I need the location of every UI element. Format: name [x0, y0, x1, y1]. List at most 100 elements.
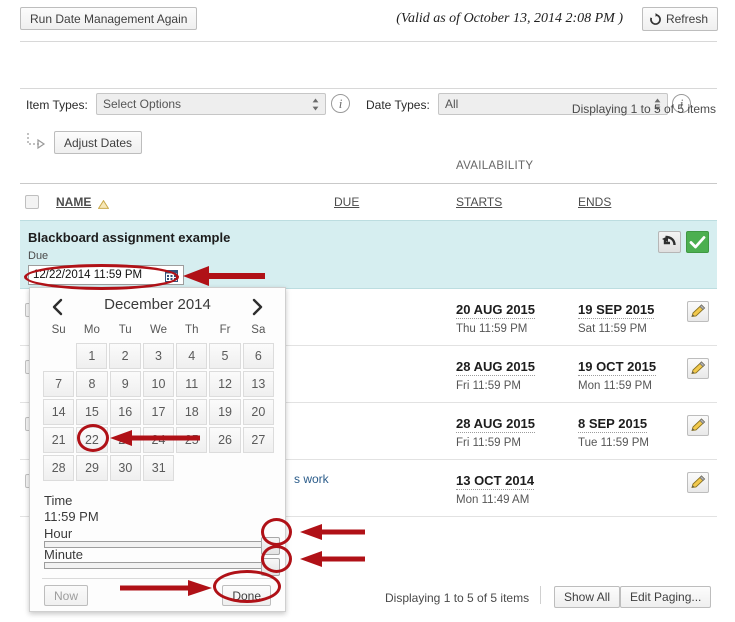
calendar-week: 28 29 30 31: [42, 454, 275, 482]
date-types-value: All: [445, 97, 459, 111]
time-label: Time: [44, 493, 73, 508]
edit-row-button[interactable]: [687, 301, 709, 322]
calendar-day[interactable]: 10: [142, 371, 175, 397]
date-picker-popup: December 2014 Su Mo Tu We Th Fr Sa 1 2 3…: [29, 287, 286, 612]
day-name: Tu: [118, 324, 132, 336]
availability-group-header: AVAILABILITY: [456, 160, 534, 172]
calendar-day[interactable]: 15: [76, 399, 108, 425]
calendar-day[interactable]: 2: [109, 343, 141, 369]
valid-as-of-text: (Valid as of October 13, 2014 2:08 PM ): [396, 11, 623, 26]
row-starts-cell: 28 AUG 2015 Fri 11:59 PM: [456, 359, 536, 392]
calendar-day[interactable]: 21: [43, 427, 75, 453]
calendar-day[interactable]: 8: [76, 371, 108, 397]
row-ends-date: 19 OCT 2015: [578, 359, 657, 376]
calendar-week: 14 15 16 17 18 19 20: [42, 398, 275, 426]
calendar-day[interactable]: 12: [209, 371, 241, 397]
edit-paging-button[interactable]: Edit Paging...: [620, 586, 712, 608]
calendar-day[interactable]: 9: [109, 371, 141, 397]
row-starts-date: 20 AUG 2015: [456, 302, 536, 319]
column-header-starts[interactable]: STARTS: [456, 195, 502, 209]
calendar-day[interactable]: 17: [142, 399, 175, 425]
calendar-day[interactable]: 24: [142, 427, 175, 453]
calendar-day[interactable]: 25: [176, 427, 208, 453]
divider-filters: [20, 88, 717, 89]
row-ends-cell: 19 OCT 2015 Mon 11:59 PM: [578, 359, 657, 392]
calendar-day[interactable]: 31: [143, 455, 175, 481]
day-name: Su: [51, 324, 66, 336]
row-starts-date: 13 OCT 2014: [456, 473, 535, 490]
annotation-arrow-hour-knob: [300, 524, 365, 540]
row-starts-time: Thu 11:59 PM: [456, 323, 528, 335]
item-types-info-icon[interactable]: i: [331, 94, 350, 113]
calendar-day[interactable]: 1: [76, 343, 108, 369]
calendar-day[interactable]: 5: [209, 343, 241, 369]
pencil-icon: [688, 304, 708, 324]
row-name[interactable]: s work: [294, 472, 329, 486]
calendar-day[interactable]: 6: [242, 343, 274, 369]
undo-arrow-icon: [659, 235, 680, 255]
date-picker-header: December 2014: [30, 293, 285, 321]
edit-row-button[interactable]: [687, 472, 709, 493]
row-ends-cell: 8 SEP 2015 Tue 11:59 PM: [578, 416, 649, 449]
pencil-icon: [688, 418, 708, 438]
row-starts-date: 28 AUG 2015: [456, 359, 536, 376]
row-starts-time: Fri 11:59 PM: [456, 437, 521, 449]
dashed-arrow-icon: [26, 131, 48, 153]
select-all-checkbox[interactable]: [25, 195, 39, 209]
edit-row-button[interactable]: [687, 358, 709, 379]
calendar-day[interactable]: 3: [142, 343, 175, 369]
annotation-ellipse-date-input: [24, 264, 179, 290]
calendar-day[interactable]: 23: [109, 427, 141, 453]
row-ends-time: Sat 11:59 PM: [578, 323, 647, 335]
chevron-right-icon[interactable]: [246, 297, 268, 317]
time-value: 11:59 PM: [44, 509, 99, 524]
confirm-checkmark-button[interactable]: [686, 231, 709, 253]
edit-row-button[interactable]: [687, 415, 709, 436]
calendar-day[interactable]: 19: [209, 399, 241, 425]
row-ends-date: 8 SEP 2015: [578, 416, 648, 433]
now-button[interactable]: Now: [44, 585, 89, 606]
show-all-button[interactable]: Show All: [554, 586, 621, 608]
row-starts-cell: 28 AUG 2015 Fri 11:59 PM: [456, 416, 536, 449]
calendar-day[interactable]: 29: [76, 455, 108, 481]
calendar-day[interactable]: 14: [43, 399, 75, 425]
select-arrows-icon: [312, 98, 319, 111]
calendar-day[interactable]: 7: [43, 371, 75, 397]
column-header-ends[interactable]: ENDS: [578, 195, 611, 209]
run-date-management-again-button[interactable]: Run Date Management Again: [20, 7, 198, 30]
row-starts-cell: 13 OCT 2014 Mon 11:49 AM: [456, 473, 535, 506]
calendar-day[interactable]: 27: [242, 427, 274, 453]
date-picker-day-names: Su Mo Tu We Th Fr Sa: [42, 324, 275, 336]
edit-row-title: Blackboard assignment example: [28, 230, 231, 245]
annotation-ellipse-minute-knob: [261, 545, 292, 573]
displaying-count-bottom: Displaying 1 to 5 of 5 items: [385, 591, 530, 605]
column-header-name[interactable]: NAME: [56, 195, 91, 209]
refresh-button[interactable]: Refresh: [641, 7, 718, 31]
calendar-day[interactable]: 20: [242, 399, 274, 425]
top-toolbar: Run Date Management Again (Valid as of O…: [0, 0, 735, 41]
filter-bar: Item Types: Select Options i Date Types:…: [0, 41, 735, 115]
column-header-due[interactable]: DUE: [334, 195, 359, 209]
row-ends-time: Tue 11:59 PM: [578, 437, 649, 449]
bottom-divider: [540, 586, 541, 604]
adjust-dates-button[interactable]: Adjust Dates: [54, 131, 143, 154]
row-starts-cell: 20 AUG 2015 Thu 11:59 PM: [456, 302, 536, 335]
sort-ascending-caret-icon: [97, 198, 110, 209]
calendar-day[interactable]: 16: [109, 399, 141, 425]
calendar-day[interactable]: 4: [176, 343, 208, 369]
calendar-day[interactable]: 28: [43, 455, 75, 481]
calendar-day[interactable]: 13: [242, 371, 274, 397]
pencil-icon: [688, 361, 708, 381]
calendar-day[interactable]: 30: [109, 455, 142, 481]
minute-slider[interactable]: [44, 558, 280, 576]
item-types-value: Select Options: [103, 97, 182, 111]
calendar-day[interactable]: 26: [209, 427, 241, 453]
undo-arrow-button[interactable]: [658, 231, 681, 253]
item-types-select[interactable]: Select Options: [96, 93, 326, 115]
annotation-arrow-minute-knob: [300, 551, 365, 567]
calendar-week: 1 2 3 4 5 6: [42, 342, 275, 370]
annotation-ellipse-done: [213, 570, 281, 603]
row-ends-date: 19 SEP 2015: [578, 302, 655, 319]
calendar-day[interactable]: 11: [176, 371, 208, 397]
calendar-day[interactable]: 18: [176, 399, 208, 425]
